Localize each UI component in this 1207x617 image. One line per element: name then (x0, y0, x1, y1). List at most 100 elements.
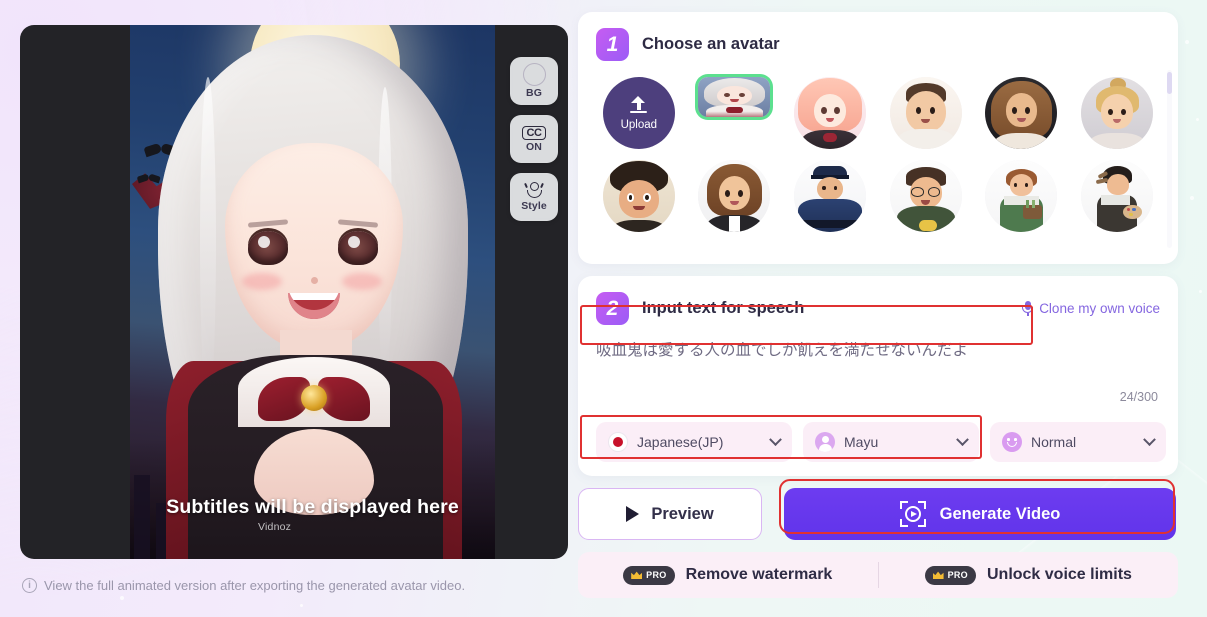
style-button[interactable]: Style (510, 173, 558, 221)
step2-title-group: 2 Input text for speech (596, 292, 804, 325)
language-select[interactable]: Japanese(JP) (596, 422, 792, 462)
character-counter: 24/300 (1119, 390, 1158, 404)
bg-toggle-label: BG (526, 87, 542, 100)
avatar-cell (883, 77, 969, 149)
video-watermark: Vidnoz (258, 521, 292, 533)
bg-dot-4 (1199, 290, 1202, 293)
generate-video-button[interactable]: Generate Video (784, 488, 1176, 540)
avatar-cell (1074, 77, 1160, 149)
preview-note-text: View the full animated version after exp… (44, 578, 466, 593)
step2-header: 2 Input text for speech Clone my own voi… (596, 292, 1160, 325)
upload-icon (630, 95, 648, 116)
info-icon: i (22, 578, 37, 593)
avatar-cell (692, 77, 778, 149)
bg-dot-5 (120, 596, 124, 600)
voice-avatar-icon (815, 432, 835, 452)
avatar-brooch (301, 385, 327, 411)
avatar-option-businesswoman-suit[interactable] (698, 160, 771, 232)
remove-watermark-label: Remove watermark (685, 566, 833, 583)
avatar-blush-left (242, 273, 282, 290)
avatar-nose (311, 277, 318, 284)
avatar-option-anime-girl-pink-hair[interactable] (794, 77, 867, 149)
generate-video-label: Generate Video (939, 504, 1061, 523)
avatar-grid: Upload (596, 77, 1160, 232)
chevron-down-icon (769, 432, 782, 446)
avatar-eye-left (248, 231, 288, 265)
avatar-option-young-man-casual[interactable] (889, 77, 962, 149)
subtitle-placeholder-text: Subtitles will be displayed here (166, 496, 459, 518)
avatar-cell (692, 160, 778, 232)
tone-select[interactable]: Normal (990, 422, 1166, 462)
avatar-scene-background (130, 25, 495, 559)
voice-select[interactable]: Mayu (803, 422, 979, 462)
avatar-scrollbar-track[interactable] (1167, 70, 1172, 248)
step2-title: Input text for speech (642, 299, 805, 317)
remove-watermark-item[interactable]: PRO Remove watermark (578, 565, 878, 585)
avatar-option-police-officer[interactable] (794, 160, 867, 232)
clone-voice-link[interactable]: Clone my own voice (1022, 301, 1160, 316)
language-select-value: Japanese(JP) (637, 434, 724, 450)
avatar-eye-right (338, 231, 378, 265)
step1-title: Choose an avatar (642, 35, 780, 53)
upload-avatar-button[interactable]: Upload (602, 77, 675, 149)
preview-button[interactable]: Preview (578, 488, 762, 540)
circle-icon (522, 63, 546, 87)
choose-avatar-card: 1 Choose an avatar Upload (578, 12, 1178, 264)
avatar-cell: Upload (596, 77, 682, 149)
bg-dot-1 (1185, 40, 1189, 44)
crown-icon (631, 571, 643, 579)
avatar-cell (1074, 160, 1160, 232)
avatar-cell (979, 77, 1065, 149)
pro-upsell-bar: PRO Remove watermark PRO Unlock voice li… (578, 552, 1178, 598)
preview-button-label: Preview (651, 504, 714, 523)
bg-dot-2 (1196, 118, 1199, 121)
avatar-video-canvas[interactable]: Subtitles will be displayed here Vidnoz (130, 25, 495, 559)
cc-toggle-button[interactable]: CC ON (510, 115, 558, 163)
input-text-card: 2 Input text for speech Clone my own voi… (578, 276, 1178, 476)
right-column: 1 Choose an avatar Upload 2 Input text f… (578, 12, 1178, 598)
chevron-down-icon (956, 432, 969, 446)
avatar-blush-right (342, 273, 382, 290)
step2-badge: 2 (596, 292, 629, 325)
emoji-smile-icon (1002, 432, 1022, 452)
video-preview-stage: Subtitles will be displayed here Vidnoz … (20, 25, 568, 559)
hair-strand-1 (200, 77, 216, 407)
tone-select-value: Normal (1031, 434, 1077, 450)
step1-badge: 1 (596, 28, 629, 61)
bg-toggle-button[interactable]: BG (510, 57, 558, 105)
pro-badge-label: PRO (646, 570, 667, 580)
voice-select-value: Mayu (844, 434, 879, 450)
step1-header: 1 Choose an avatar (596, 28, 1160, 61)
voice-settings-row: Japanese(JP) Mayu Normal (596, 422, 1166, 462)
avatar-cell (787, 160, 873, 232)
unlock-voice-limits-item[interactable]: PRO Unlock voice limits (879, 565, 1179, 585)
avatar-option-gardener-woman[interactable] (985, 160, 1058, 232)
microphone-icon (1022, 301, 1034, 316)
cc-icon: CC (522, 125, 546, 140)
unlock-voice-limits-label: Unlock voice limits (986, 566, 1132, 583)
flag-jp-icon (608, 432, 628, 452)
bg-dot-3 (1190, 196, 1194, 200)
clone-voice-label: Clone my own voice (1039, 301, 1160, 316)
avatar-option-woman-blonde-bun[interactable] (1081, 77, 1154, 149)
avatar-option-curly-hair-boy[interactable] (602, 160, 675, 232)
bg-dot-6 (300, 604, 303, 607)
avatar-option-woman-long-brown-hair[interactable] (985, 77, 1058, 149)
avatar-option-man-glasses-green-jacket[interactable] (889, 160, 962, 232)
avatar-option-anime-girl-white-hair[interactable] (698, 77, 771, 117)
pro-badge: PRO (924, 565, 976, 585)
chevron-down-icon (1143, 432, 1156, 446)
preview-note: i View the full animated version after e… (22, 578, 465, 593)
video-capture-icon (899, 501, 926, 527)
avatar-option-artist-woman-palette[interactable] (1081, 160, 1154, 232)
pro-badge-label: PRO (947, 570, 968, 580)
avatar-scrollbar-thumb[interactable] (1167, 72, 1172, 94)
avatar-cell (979, 160, 1065, 232)
style-button-label: Style (521, 200, 547, 213)
speech-text-input[interactable] (596, 336, 1043, 361)
video-control-group: BG CC ON Style (510, 57, 558, 221)
cc-toggle-label: ON (526, 140, 542, 153)
action-row: Preview Generate Video (578, 488, 1178, 540)
upload-label: Upload (620, 118, 658, 131)
avatar-cell (596, 160, 682, 232)
